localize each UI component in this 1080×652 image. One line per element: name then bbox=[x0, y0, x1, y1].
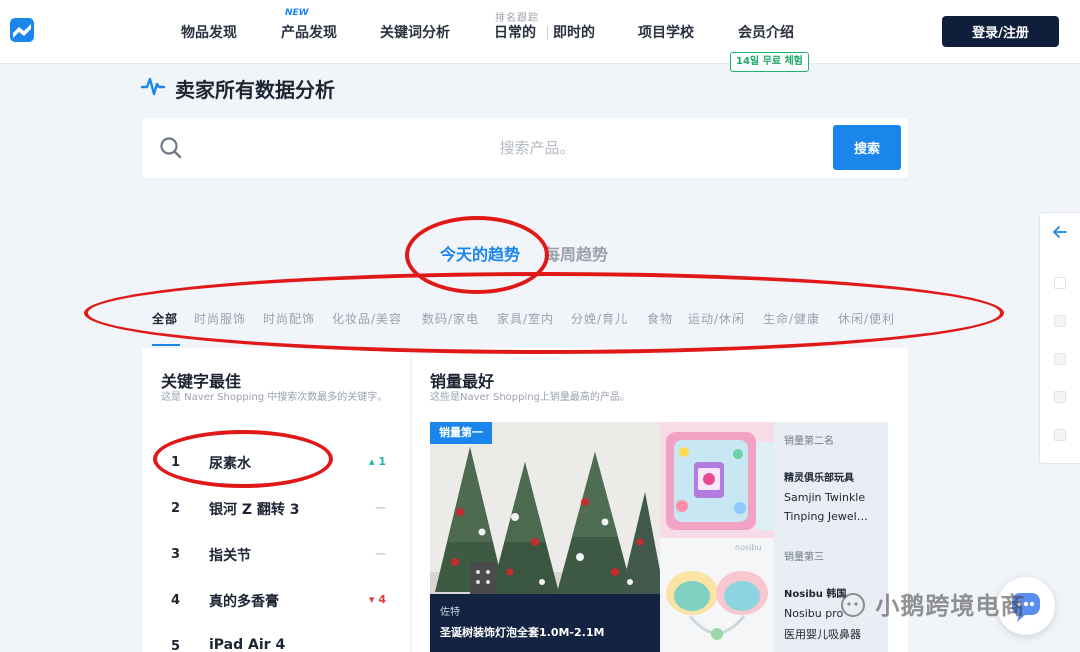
nav-item-product-finding[interactable]: 产品发现 bbox=[281, 22, 337, 42]
nav-item-daily[interactable]: 日常的 bbox=[494, 22, 536, 42]
product-image bbox=[660, 422, 774, 538]
category-tab-furniture[interactable]: 家具/室内 bbox=[497, 310, 554, 327]
page-title: 卖家所有数据分析 bbox=[175, 78, 335, 102]
nav-item-realtime[interactable]: 即时的 bbox=[553, 22, 595, 42]
bestseller-card-1[interactable]: 销量第一 佐特 圣诞树装饰灯泡全套1.0M-2.1M bbox=[430, 422, 660, 652]
tab-today-trends[interactable]: 今天的趋势 bbox=[440, 241, 520, 265]
bestsellers-panel-subtitle: 这些是Naver Shopping上销量最高的产品。 bbox=[430, 392, 630, 403]
watermark: 小鹅跨境电商 bbox=[840, 586, 1025, 621]
category-tab-fashion-clothing[interactable]: 时尚服饰 bbox=[194, 310, 246, 327]
keyword-row[interactable]: 5 iPad Air 4 bbox=[142, 634, 410, 652]
keyword-row[interactable]: 2 银河 Z 翻转 3 — bbox=[142, 496, 410, 542]
keyword-rank: 2 bbox=[171, 501, 181, 516]
category-tab-parenting[interactable]: 分娩/育儿 bbox=[571, 310, 628, 327]
category-tab-sports[interactable]: 运动/休闲 bbox=[688, 310, 745, 327]
toy-image bbox=[660, 422, 774, 538]
product-name-line1: Nosibu pro bbox=[784, 607, 844, 620]
side-checkbox[interactable] bbox=[1054, 277, 1066, 289]
category-tab-cosmetics[interactable]: 化妆品/美容 bbox=[332, 310, 402, 327]
tab-weekly-trends[interactable]: 每周趋势 bbox=[544, 241, 608, 265]
nasal-aspirator-image: nosibu bbox=[660, 538, 774, 652]
top-nav: 物品发现 NEW 产品发现 关键词分析 排名跟踪 日常的 即时的 项目学校 会员… bbox=[0, 0, 1080, 64]
login-button[interactable]: 登录/注册 bbox=[942, 16, 1059, 47]
active-tab-underline bbox=[152, 344, 180, 346]
search-icon bbox=[160, 137, 182, 159]
keyword-text: iPad Air 4 bbox=[209, 637, 286, 652]
keywords-panel-subtitle: 这是 Naver Shopping 中搜索次数最多的关键字。 bbox=[161, 392, 388, 403]
bestseller-caption: 佐特 圣诞树装饰灯泡全套1.0M-2.1M bbox=[430, 594, 660, 652]
product-rank-label: 销量第三 bbox=[784, 552, 824, 563]
search-input[interactable] bbox=[202, 128, 872, 168]
keywords-panel-title: 关键字最佳 bbox=[161, 372, 242, 391]
category-tab-food[interactable]: 食物 bbox=[647, 310, 673, 327]
keyword-rank: 1 bbox=[171, 455, 181, 470]
product-name-line1: Samjin Twinkle bbox=[784, 491, 866, 504]
keyword-text: 尿素水 bbox=[209, 456, 251, 472]
category-tabs: 全部 时尚服饰 时尚配饰 化妆品/美容 数码/家电 家具/室内 分娩/育儿 食物… bbox=[142, 298, 908, 346]
bestsellers-panel: 销量最好 这些是Naver Shopping上销量最高的产品。 销量第一 佐特 … bbox=[412, 348, 908, 652]
product-name-line2: 医用婴儿吸鼻器 bbox=[784, 628, 861, 641]
keywords-panel: 关键字最佳 这是 Naver Shopping 中搜索次数最多的关键字。 1 尿… bbox=[142, 348, 410, 652]
keyword-change: — bbox=[375, 547, 386, 560]
arrow-left-icon[interactable] bbox=[1051, 223, 1069, 241]
keyword-change: — bbox=[375, 501, 386, 514]
nav-item-keyword-analysis[interactable]: 关键词分析 bbox=[380, 22, 450, 42]
new-badge: NEW bbox=[285, 8, 309, 18]
rank-tag-first: 销量第一 bbox=[430, 422, 492, 444]
wechat-icon bbox=[841, 593, 865, 617]
side-checkbox[interactable] bbox=[1054, 353, 1066, 365]
side-panel bbox=[1039, 212, 1080, 464]
search-button[interactable]: 搜索 bbox=[833, 125, 901, 170]
category-tab-convenience[interactable]: 休闲/便利 bbox=[838, 310, 895, 327]
product-image-text: nosibu bbox=[735, 543, 762, 552]
keyword-rank: 3 bbox=[171, 547, 181, 562]
product-image: nosibu bbox=[660, 538, 774, 652]
search-bar: 搜索 bbox=[142, 118, 908, 178]
product-rank-label: 销量第二名 bbox=[784, 436, 834, 447]
bestsellers-panel-title: 销量最好 bbox=[430, 372, 495, 391]
pulse-icon bbox=[141, 77, 165, 96]
keyword-row[interactable]: 3 指关节 — bbox=[142, 542, 410, 588]
nav-item-product-discovery[interactable]: 物品发现 bbox=[181, 22, 237, 42]
logo-icon[interactable] bbox=[10, 18, 34, 42]
nav-divider bbox=[547, 26, 548, 40]
product-brand: 佐特 bbox=[440, 607, 460, 618]
watermark-text: 小鹅跨境电商 bbox=[875, 592, 1026, 620]
keyword-row[interactable]: 4 真的多香膏 ▾ 4 bbox=[142, 588, 410, 634]
side-checkbox[interactable] bbox=[1054, 391, 1066, 403]
keyword-change: ▾ 4 bbox=[368, 593, 386, 606]
nav-item-membership[interactable]: 会员介绍 bbox=[738, 22, 794, 42]
keyword-row[interactable]: 1 尿素水 ▴ 1 bbox=[142, 450, 410, 496]
keyword-rank: 5 bbox=[171, 639, 181, 652]
category-tab-health[interactable]: 生命/健康 bbox=[763, 310, 820, 327]
product-name-line2: Tinping Jewel… bbox=[784, 510, 868, 523]
product-brand: 精灵俱乐部玩具 bbox=[784, 473, 854, 484]
keyword-rank: 4 bbox=[171, 593, 181, 608]
category-tab-all[interactable]: 全部 bbox=[152, 310, 178, 327]
keyword-text: 真的多香膏 bbox=[209, 594, 279, 610]
product-info: 销量第二名 精灵俱乐部玩具 Samjin Twinkle Tinping Jew… bbox=[774, 422, 888, 538]
side-checkbox[interactable] bbox=[1054, 429, 1066, 441]
keyword-change: ▴ 1 bbox=[368, 455, 386, 468]
nav-item-project-school[interactable]: 项目学校 bbox=[638, 22, 694, 42]
category-tab-digital[interactable]: 数码/家电 bbox=[422, 310, 479, 327]
trial-badge[interactable]: 14일 무료 체험 bbox=[730, 52, 809, 72]
category-tab-fashion-accessories[interactable]: 时尚配饰 bbox=[263, 310, 315, 327]
side-checkbox[interactable] bbox=[1054, 315, 1066, 327]
keyword-text: 指关节 bbox=[209, 548, 251, 564]
product-brand: Nosibu 韩国 bbox=[784, 589, 847, 600]
product-name: 圣诞树装饰灯泡全套1.0M-2.1M bbox=[440, 626, 605, 639]
keyword-text: 银河 Z 翻转 3 bbox=[209, 502, 300, 518]
bestseller-card-2[interactable]: 销量第二名 精灵俱乐部玩具 Samjin Twinkle Tinping Jew… bbox=[660, 422, 888, 538]
